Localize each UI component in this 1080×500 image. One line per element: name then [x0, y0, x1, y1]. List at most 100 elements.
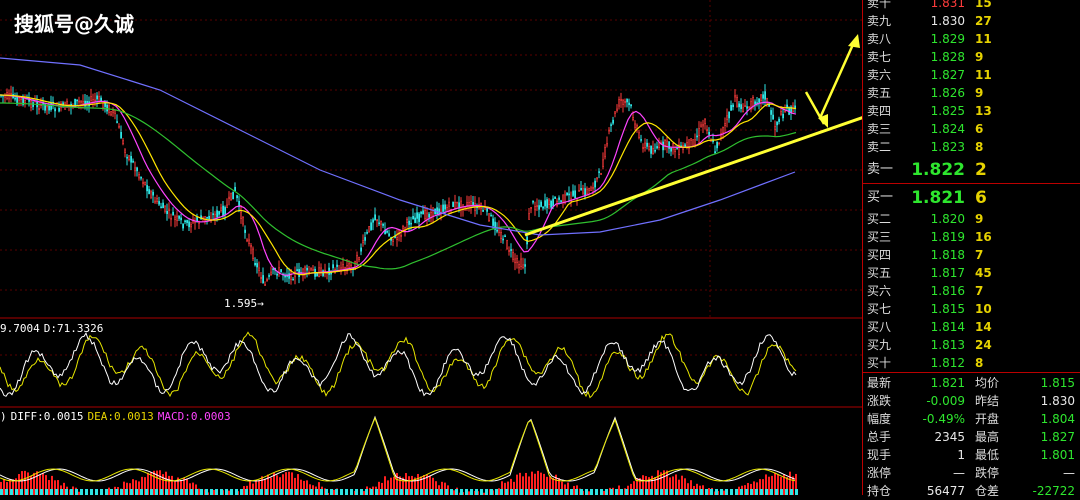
candle-body [94, 99, 97, 102]
candle-body [402, 226, 405, 230]
stat-value: 1.827 [1040, 430, 1075, 444]
candle-body [612, 119, 615, 124]
ask-row[interactable]: 卖九 1.830 27 [863, 12, 1080, 30]
macd-neg-bar [460, 489, 463, 495]
macd-neg-bar [230, 489, 233, 495]
candle-body [592, 187, 595, 190]
candle-body [420, 211, 423, 214]
bid-row[interactable]: 买六 1.816 7 [863, 282, 1080, 300]
macd-neg-bar [650, 489, 653, 495]
candle-body [542, 206, 545, 209]
ma-fast-line [0, 94, 797, 276]
ask-row[interactable]: 卖八 1.829 11 [863, 30, 1080, 48]
order-volume: 13 [975, 104, 992, 118]
ask-row[interactable]: 卖六 1.827 11 [863, 66, 1080, 84]
candle-body [548, 199, 551, 205]
chart-area[interactable]: 搜狐号@久诚 1.595→ 9.7004 D:71.3326 ) DIFF:0.00… [0, 0, 862, 495]
macd-neg-bar [270, 489, 273, 495]
ask-row[interactable]: 卖十 1.831 15 [863, 0, 1080, 12]
macd-bar [318, 482, 320, 495]
macd-neg-bar [665, 489, 668, 495]
bid-row[interactable]: 买四 1.818 7 [863, 246, 1080, 264]
bid-row[interactable]: 买五 1.817 45 [863, 264, 1080, 282]
candle-body [702, 124, 705, 127]
candle-body [408, 220, 411, 225]
macd-neg-bar [605, 489, 608, 495]
candle-body [368, 226, 371, 232]
candle-body [106, 104, 109, 112]
candle-body [572, 190, 575, 196]
macd-neg-bar [325, 489, 328, 495]
macd-neg-bar [445, 489, 448, 495]
candle-body [138, 174, 141, 179]
candle-body [162, 202, 165, 209]
candle-body [396, 236, 399, 240]
candle-body [202, 216, 205, 219]
candle-body [126, 156, 129, 159]
ma-mid-line [0, 94, 797, 276]
macd-neg-bar [610, 489, 613, 495]
bid-row[interactable]: 买十 1.812 8 [863, 354, 1080, 372]
candle-body [444, 204, 447, 210]
candle-body [598, 171, 601, 173]
candle-body [256, 263, 259, 268]
candle-body [38, 108, 41, 110]
candle-body [214, 213, 217, 219]
candle-body [184, 220, 187, 223]
candle-body [296, 269, 299, 272]
macd-neg-bar [475, 489, 478, 495]
candle-body [152, 191, 155, 196]
bid-row[interactable]: 买七 1.815 10 [863, 300, 1080, 318]
macd-neg-bar [595, 489, 598, 495]
ask-row[interactable]: 卖一 1.822 2 [863, 158, 1080, 182]
order-label: 买一 [867, 190, 894, 205]
stat-value: 56477 [926, 484, 965, 498]
stat-value: — [1063, 466, 1075, 480]
macd-neg-bar [15, 489, 18, 495]
candle-body [488, 213, 491, 222]
macd-prefix: ) [0, 410, 7, 423]
candle-body [692, 139, 695, 147]
candle-body [186, 220, 189, 223]
macd-bar [33, 472, 35, 495]
candle-body [310, 267, 313, 271]
bid-row[interactable]: 买三 1.819 16 [863, 228, 1080, 246]
macd-neg-bar [435, 489, 438, 495]
candle-body [656, 146, 659, 149]
stat-label: 开盘 [975, 412, 1000, 426]
candle-body [332, 264, 335, 269]
bid-row[interactable]: 买九 1.813 24 [863, 336, 1080, 354]
bid-row[interactable]: 买一 1.821 6 [863, 186, 1080, 210]
kdj-k-line [0, 331, 797, 399]
ask-row[interactable]: 卖二 1.823 8 [863, 138, 1080, 156]
candle-body [504, 235, 507, 238]
bid-row[interactable]: 买八 1.814 14 [863, 318, 1080, 336]
ask-row[interactable]: 卖五 1.826 9 [863, 84, 1080, 102]
macd-neg-bar [85, 489, 88, 495]
candle-body [568, 193, 571, 196]
macd-neg-bar [45, 489, 48, 495]
ask-row[interactable]: 卖三 1.824 6 [863, 120, 1080, 138]
candle-body [48, 105, 51, 111]
macd-bar [633, 481, 635, 495]
macd-neg-bar [305, 489, 308, 495]
candle-body [700, 124, 703, 128]
candle-body [134, 167, 137, 172]
macd-neg-bar [210, 489, 213, 495]
candle-body [586, 188, 589, 194]
bid-row[interactable]: 买二 1.820 9 [863, 210, 1080, 228]
candle-body [260, 277, 263, 279]
macd-neg-bar [415, 489, 418, 495]
macd-neg-bar [220, 489, 223, 495]
ask-row[interactable]: 卖七 1.828 9 [863, 48, 1080, 66]
candle-body [454, 202, 457, 209]
order-price: 1.820 [930, 212, 965, 226]
order-price: 1.825 [930, 104, 965, 118]
candle-body [18, 97, 21, 101]
macd-neg-bar [225, 489, 228, 495]
order-label: 卖八 [867, 32, 892, 46]
macd-neg-bar [115, 489, 118, 495]
macd-bar [243, 486, 245, 495]
arrow-up-icon [848, 34, 860, 48]
ask-row[interactable]: 卖四 1.825 13 [863, 102, 1080, 120]
